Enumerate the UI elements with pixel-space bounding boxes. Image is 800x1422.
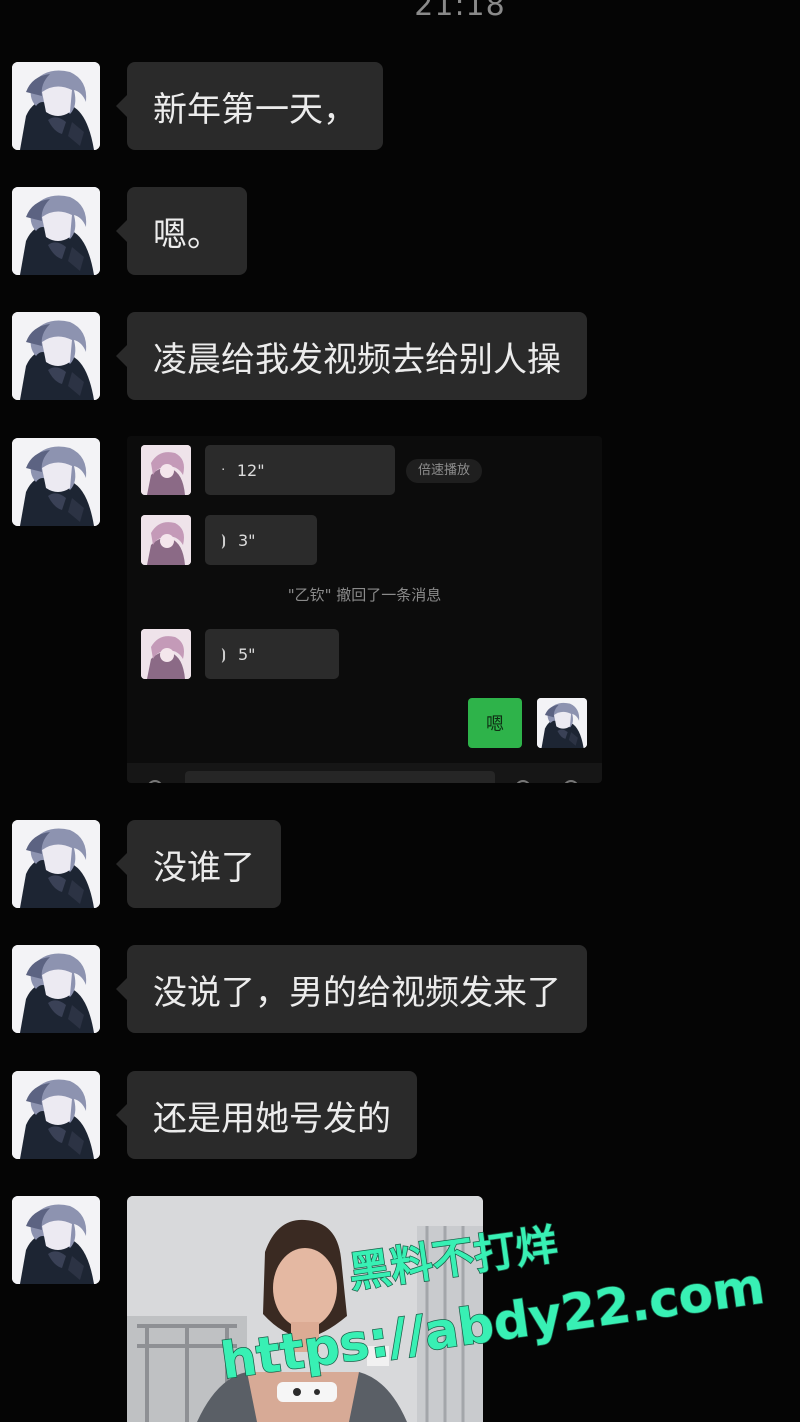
voice-wave-icon: ᐧ [221, 461, 225, 479]
sender-avatar[interactable] [12, 312, 100, 400]
voice-duration: 5" [238, 644, 256, 664]
avatar-image [12, 1071, 100, 1159]
embedded-input-field [185, 771, 495, 783]
voice-wave-icon: ⦘ [221, 645, 226, 663]
message-bubble[interactable]: 没说了，男的给视频发来了 [116, 945, 587, 1033]
message-bubble[interactable]: 新年第一天， [116, 62, 383, 150]
avatar-image [12, 1196, 100, 1284]
embedded-avatar [141, 629, 191, 679]
embedded-voice-message: ᐧ 12" [205, 445, 395, 495]
avatar-image [12, 187, 100, 275]
status-time: 21:18 [414, 0, 506, 23]
embedded-voice-toggle-icon [147, 780, 163, 783]
photo-message[interactable] [127, 1196, 483, 1422]
message-bubble[interactable]: 凌晨给我发视频去给别人操 [116, 312, 587, 400]
embedded-voice-message: ⦘ 5" [205, 629, 339, 679]
avatar-image [12, 438, 100, 526]
message-bubble[interactable]: 嗯。 [116, 187, 247, 275]
embedded-plus-icon [563, 780, 579, 783]
avatar-image [12, 820, 100, 908]
embedded-avatar [141, 515, 191, 565]
embedded-voice-message: ⦘ 3" [205, 515, 317, 565]
message-bubble[interactable]: 没谁了 [116, 820, 281, 908]
screenshot-image[interactable]: ᐧ 12" 倍速播放 ⦘ 3" "乙钦" 撤回了一条消息 ⦘ 5" 嗯 [127, 436, 602, 783]
sender-avatar[interactable] [12, 820, 100, 908]
sender-avatar[interactable] [12, 438, 100, 526]
sender-avatar[interactable] [12, 1071, 100, 1159]
speed-play-label: 倍速播放 [406, 459, 483, 483]
sender-avatar[interactable] [12, 945, 100, 1033]
avatar-image [12, 945, 100, 1033]
voice-wave-icon: ⦘ [221, 531, 226, 549]
embedded-input-bar [127, 763, 602, 783]
voice-duration: 3" [238, 530, 256, 550]
message-bubble[interactable]: 还是用她号发的 [116, 1071, 417, 1159]
photo-image [127, 1196, 483, 1422]
embedded-avatar [141, 445, 191, 495]
embedded-my-avatar [537, 698, 587, 748]
embedded-reply-bubble: 嗯 [468, 698, 522, 748]
sender-avatar[interactable] [12, 187, 100, 275]
recall-notice: "乙钦" 撤回了一条消息 [287, 586, 442, 604]
sender-avatar[interactable] [12, 1196, 100, 1284]
embedded-emoji-icon [515, 780, 531, 783]
avatar-image [12, 62, 100, 150]
sender-avatar[interactable] [12, 62, 100, 150]
voice-duration: 12" [236, 460, 265, 480]
avatar-image [12, 312, 100, 400]
